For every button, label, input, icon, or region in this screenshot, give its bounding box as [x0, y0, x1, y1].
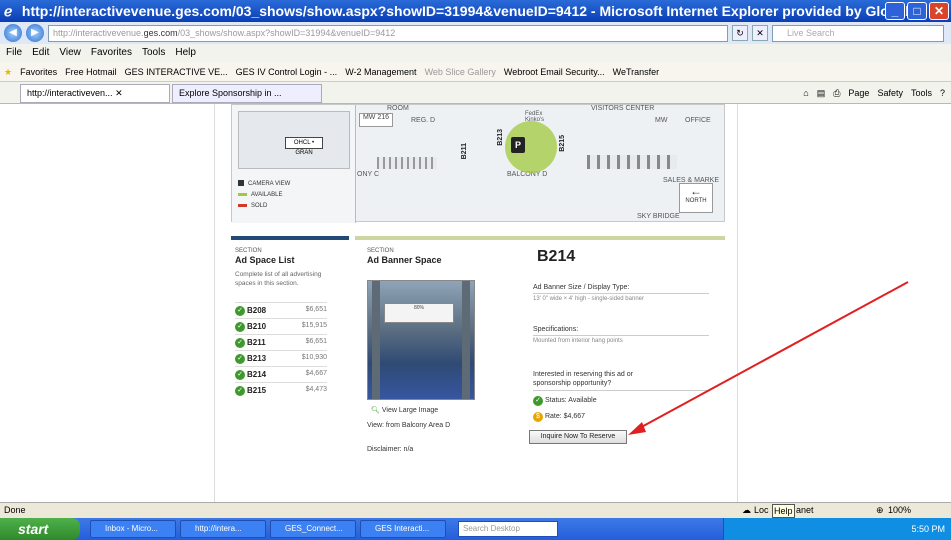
- feeds-icon[interactable]: ▤: [817, 85, 826, 101]
- stop-button[interactable]: ✕: [752, 25, 768, 41]
- tab-explore-sponsorship[interactable]: Explore Sponsorship in ...: [172, 84, 322, 103]
- help-tooltip: Help: [772, 504, 795, 518]
- zoom-level[interactable]: 100%: [888, 503, 911, 518]
- arrow-line: [635, 281, 909, 431]
- fav-item[interactable]: GES IV Control Login - ...: [236, 62, 338, 81]
- fav-item[interactable]: W-2 Management: [345, 62, 416, 81]
- address-prefix: http://interactivevenue.: [53, 27, 144, 38]
- favorites-bar: ★ Favorites Free Hotmail GES INTERACTIVE…: [0, 62, 951, 82]
- refresh-button[interactable]: ↻: [732, 25, 748, 41]
- forward-button[interactable]: ▶: [26, 24, 44, 42]
- tab-row: http://interactiveven... ✕ Explore Spons…: [0, 82, 951, 104]
- tab-label: http://interactiveven...: [27, 88, 113, 98]
- help-icon[interactable]: ?: [940, 85, 945, 101]
- close-button[interactable]: ✕: [929, 2, 949, 20]
- search-input[interactable]: Live Search: [772, 24, 944, 42]
- page-viewport: OHCL • GRAN CAMERA VIEW AVAILABLE SOLD R…: [0, 104, 951, 502]
- local-intranet-icon: ☁: [742, 505, 751, 515]
- menu-favorites[interactable]: Favorites: [91, 44, 132, 62]
- status-bar: Done ☁ Loc Help anet ⊕ 100%: [0, 502, 951, 518]
- favorites-star-icon: ★: [4, 67, 13, 77]
- desktop-search-input[interactable]: Search Desktop: [458, 521, 558, 537]
- page-menu[interactable]: Page: [848, 85, 869, 101]
- address-toolbar: ◀ ▶ http://interactivevenue.ges.com/03_s…: [0, 22, 951, 44]
- favorites-label[interactable]: Favorites: [20, 62, 57, 81]
- print-icon[interactable]: ⎙: [833, 85, 840, 101]
- window-title: http://interactivevenue.ges.com/03_shows…: [21, 3, 923, 19]
- address-host: ges.com: [143, 27, 178, 38]
- fav-item[interactable]: Web Slice Gallery: [425, 62, 496, 81]
- menu-bar: File Edit View Favorites Tools Help: [0, 44, 951, 62]
- tab-interactivevenue[interactable]: http://interactiveven... ✕: [20, 84, 170, 103]
- fav-item[interactable]: WeTransfer: [613, 62, 660, 81]
- start-button[interactable]: start: [0, 518, 80, 540]
- menu-tools[interactable]: Tools: [142, 44, 165, 62]
- window-title-bar: ℯ http://interactivevenue.ges.com/03_sho…: [0, 0, 951, 22]
- address-bar[interactable]: http://interactivevenue.ges.com/03_shows…: [48, 24, 728, 42]
- menu-view[interactable]: View: [59, 44, 81, 62]
- home-icon[interactable]: ⌂: [803, 85, 808, 101]
- safety-menu[interactable]: Safety: [877, 85, 903, 101]
- taskbar-item[interactable]: http://intera...: [180, 520, 266, 538]
- annotation-arrow: [628, 281, 909, 435]
- tab-label: Explore Sponsorship in ...: [179, 88, 282, 98]
- tools-menu[interactable]: Tools: [911, 85, 932, 101]
- status-loc: Loc: [754, 505, 769, 515]
- taskbar-item[interactable]: GES_Connect...: [270, 520, 356, 538]
- fav-item[interactable]: GES INTERACTIVE VE...: [125, 62, 228, 81]
- menu-edit[interactable]: Edit: [32, 44, 49, 62]
- taskbar-item[interactable]: Inbox - Micro...: [90, 520, 176, 538]
- status-text: Done: [4, 505, 26, 515]
- address-path: /03_shows/show.aspx?showID=31994&venueID…: [177, 27, 396, 38]
- clock: 5:50 PM: [911, 524, 945, 534]
- tab-close-icon[interactable]: ✕: [115, 88, 123, 98]
- minimize-button[interactable]: _: [885, 2, 905, 20]
- fav-item[interactable]: Free Hotmail: [65, 62, 117, 81]
- status-anet: anet: [796, 505, 814, 515]
- menu-file[interactable]: File: [6, 44, 22, 62]
- taskbar-item[interactable]: GES Interacti...: [360, 520, 446, 538]
- zoom-icon[interactable]: ⊕: [876, 503, 884, 518]
- arrow-head: [628, 422, 646, 435]
- maximize-button[interactable]: □: [907, 2, 927, 20]
- ie-icon: ℯ: [4, 3, 13, 19]
- system-tray: 5:50 PM: [723, 518, 951, 540]
- fav-item[interactable]: Webroot Email Security...: [504, 62, 605, 81]
- taskbar: start Inbox - Micro... http://intera... …: [0, 518, 951, 540]
- back-button[interactable]: ◀: [4, 24, 22, 42]
- menu-help[interactable]: Help: [175, 44, 196, 62]
